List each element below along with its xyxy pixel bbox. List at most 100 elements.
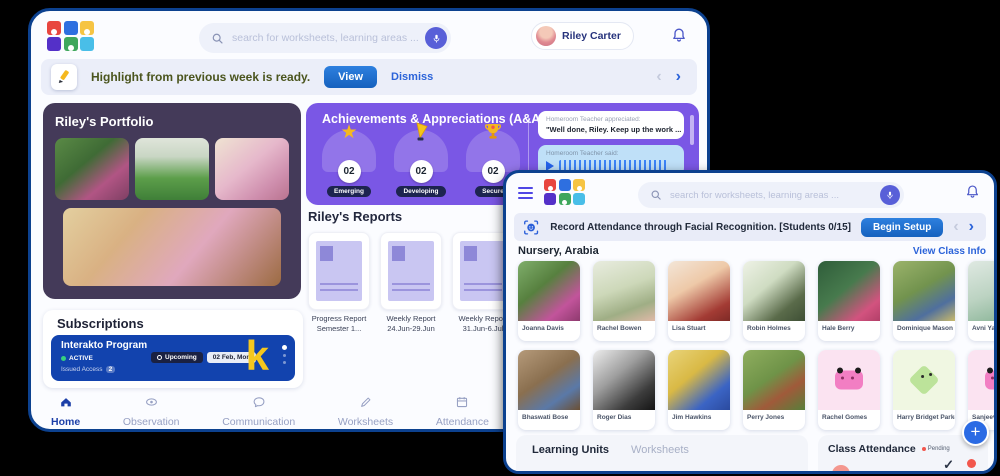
subscription-item[interactable]: Interakto Program ACTIVE Issued Access2 … [51, 335, 295, 381]
message-text: "Well done, Riley. Keep up the work ... [546, 125, 676, 134]
student-photo [518, 261, 580, 321]
attendance-window: search for worksheets, learning areas ..… [503, 170, 997, 474]
student-photo [893, 350, 955, 410]
student-card[interactable]: Hale Berry [818, 261, 880, 341]
student-card[interactable]: Jim Hawkins [668, 350, 730, 430]
nav-label: Attendance [436, 416, 489, 428]
nav-item-worksheets[interactable]: Worksheets [338, 395, 393, 432]
user-profile-button[interactable]: Riley Carter [531, 22, 634, 50]
student-card[interactable]: Rachel Bowen [593, 261, 655, 341]
report-label: Progress ReportSemester 1... [308, 314, 370, 334]
student-card[interactable]: Avni Ya [968, 261, 997, 341]
eye-icon [144, 395, 159, 414]
student-photo [593, 261, 655, 321]
menu-button[interactable] [518, 187, 533, 202]
student-card[interactable]: Roger Dias [593, 350, 655, 430]
facial-recognition-banner: Record Attendance through Facial Recogni… [514, 213, 986, 241]
student-card[interactable]: Bhaswati Bose [518, 350, 580, 430]
banner-text: Highlight from previous week is ready. [91, 70, 310, 84]
badge-count: 02 [338, 160, 361, 183]
nav-item-home[interactable]: Home [51, 395, 80, 432]
student-name: Avni Ya [968, 321, 997, 341]
banner-text: Record Attendance through Facial Recogni… [550, 222, 851, 233]
student-name: Harry Bridget Parker [893, 410, 955, 430]
check-icon: ✓ [943, 457, 954, 473]
dismiss-button[interactable]: Dismiss [391, 71, 433, 83]
student-photo [968, 350, 997, 410]
student-card[interactable]: Rachel Gomes [818, 350, 880, 430]
user-name: Riley Carter [562, 30, 621, 42]
mic-button[interactable] [880, 185, 900, 205]
scrollbar[interactable] [690, 115, 694, 145]
carousel-dots[interactable] [282, 345, 287, 364]
nav-item-observation[interactable]: Observation [123, 395, 180, 432]
search-input[interactable]: search for worksheets, learning areas ..… [638, 182, 904, 208]
begin-setup-button[interactable]: Begin Setup [861, 218, 943, 237]
chevron-right-icon[interactable]: › [969, 219, 974, 235]
view-class-info-link[interactable]: View Class Info [913, 246, 986, 257]
student-card[interactable]: Dominique Mason [893, 261, 955, 341]
report-card[interactable]: Weekly Report24.Jun-29.Jun [380, 232, 442, 334]
status-dot [967, 459, 976, 468]
portfolio-photo[interactable] [215, 138, 289, 200]
active-dot [61, 356, 66, 361]
nav-item-communication[interactable]: Communication [222, 395, 295, 432]
tab-learning-units[interactable]: Learning Units [532, 444, 609, 474]
avatar [536, 26, 556, 46]
chevron-left-icon[interactable]: ‹ [656, 69, 661, 85]
student-card[interactable]: Joanna Davis [518, 261, 580, 341]
view-button[interactable]: View [324, 66, 377, 88]
logo-tile [80, 21, 94, 35]
appreciation-bubble[interactable]: Homeroom Teacher appreciated: "Well done… [538, 111, 684, 139]
student-card[interactable]: Perry Jones [743, 350, 805, 430]
student-name: Bhaswati Bose [518, 410, 580, 430]
student-photo [818, 350, 880, 410]
student-name: Rachel Gomes [818, 410, 880, 430]
student-name: Lisa Stuart [668, 321, 730, 341]
message-sender: Homeroom Teacher appreciated: [546, 116, 676, 123]
student-photo [593, 350, 655, 410]
chevron-right-icon[interactable]: › [676, 69, 681, 85]
badge-count: 02 [410, 160, 433, 183]
active-indicator-dot [149, 431, 153, 432]
portfolio-photo[interactable] [135, 138, 209, 200]
report-label: Weekly Report24.Jun-29.Jun [380, 314, 442, 334]
student-card[interactable]: Robin Holmes [743, 261, 805, 341]
search-input[interactable]: search for worksheets, learning areas ..… [199, 23, 451, 53]
active-indicator-dot [364, 431, 368, 432]
search-icon [650, 189, 662, 201]
nav-label: Observation [123, 416, 180, 428]
tab-worksheets[interactable]: Worksheets [631, 444, 689, 474]
play-icon[interactable] [546, 161, 554, 171]
add-button[interactable]: + [962, 419, 989, 446]
highlighter-icon [51, 64, 77, 90]
teacher-messages: Homeroom Teacher appreciated: "Well done… [538, 111, 684, 176]
portfolio-photo[interactable] [55, 138, 129, 200]
achievement-badge: ★02Emerging [320, 130, 378, 197]
student-card[interactable]: Lisa Stuart [668, 261, 730, 341]
issued-access-label: Issued Access [61, 366, 103, 373]
status-label: ACTIVE [69, 355, 93, 362]
pennant-icon [411, 122, 431, 146]
bell-icon [965, 184, 980, 199]
nav-item-attendance[interactable]: Attendance [436, 395, 489, 432]
chevron-left-icon[interactable]: ‹ [953, 219, 958, 235]
report-card[interactable]: Progress ReportSemester 1... [308, 232, 370, 334]
notifications-button[interactable] [671, 27, 687, 48]
student-card[interactable]: Sanjeev [968, 350, 997, 430]
clock-icon [157, 355, 162, 360]
notifications-button[interactable] [965, 184, 980, 204]
highlight-banner: Highlight from previous week is ready. V… [41, 59, 697, 95]
pig-illustration [835, 371, 863, 390]
student-name: Hale Berry [818, 321, 880, 341]
portfolio-photo-large[interactable] [63, 208, 281, 286]
student-card[interactable]: Harry Bridget Parker [893, 350, 955, 430]
portfolio-title: Riley's Portfolio [55, 114, 289, 129]
mic-button[interactable] [425, 27, 447, 49]
student-photo [818, 261, 880, 321]
search-placeholder: search for worksheets, learning areas ..… [670, 190, 880, 201]
class-attendance-panel[interactable]: Class Attendance Pending ✓ [818, 435, 988, 474]
attendance-avatar-partial [832, 465, 850, 474]
chat-icon [252, 395, 266, 414]
pending-label: Pending [928, 446, 950, 452]
